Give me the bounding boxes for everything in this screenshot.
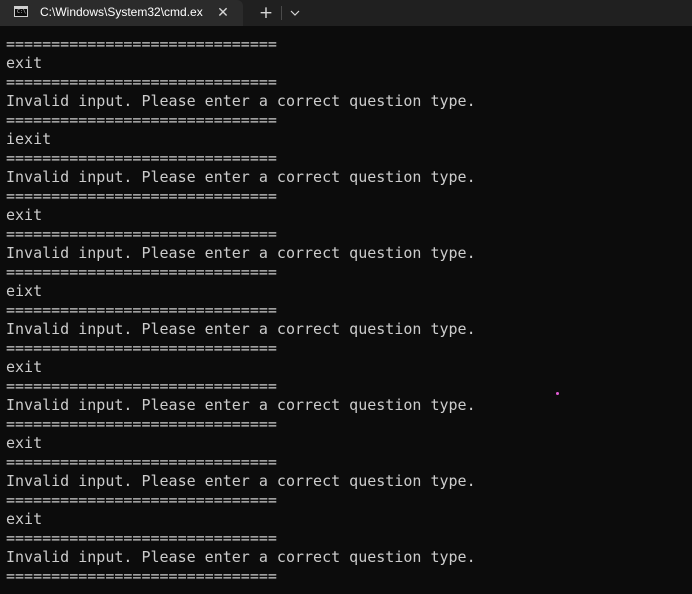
console-line: ============================== xyxy=(6,187,277,205)
console-line: Invalid input. Please enter a correct qu… xyxy=(6,168,476,186)
console-line: ============================== xyxy=(6,491,277,509)
console-line: ============================== xyxy=(6,225,277,243)
console-line: ============================== xyxy=(6,415,277,433)
console-line: ============================== xyxy=(6,149,277,167)
console-line: Invalid input. Please enter a correct qu… xyxy=(6,548,476,566)
console-line: ============================== xyxy=(6,529,277,547)
console-line: ============================== xyxy=(6,35,277,53)
console-line: Invalid input. Please enter a correct qu… xyxy=(6,396,476,414)
mouse-cursor-dot xyxy=(556,392,559,395)
console-line: Invalid input. Please enter a correct qu… xyxy=(6,244,476,262)
console-line: exit xyxy=(6,358,43,376)
console-line: ============================== xyxy=(6,263,277,281)
console-line: ============================== xyxy=(6,567,277,585)
console-output[interactable]: ============================== exit ======… xyxy=(6,35,686,586)
console-line: ============================== xyxy=(6,111,277,129)
console-line: iexit xyxy=(6,130,52,148)
terminal-window: C:\ C:\Windows\System32\cmd.ex ✕ + =====… xyxy=(0,0,692,594)
console-line: Invalid input. Please enter a correct qu… xyxy=(6,320,476,338)
tab-cmd[interactable]: C:\ C:\Windows\System32\cmd.ex ✕ xyxy=(0,0,243,26)
console-line: ============================== xyxy=(6,453,277,471)
console-line: exit xyxy=(6,206,43,224)
console-line: exit xyxy=(6,434,43,452)
console-line: Invalid input. Please enter a correct qu… xyxy=(6,472,476,490)
tab-divider xyxy=(281,6,282,20)
console-line: exit xyxy=(6,54,43,72)
console-line: eixt xyxy=(6,282,43,300)
new-tab-button[interactable]: + xyxy=(254,3,278,23)
cmd-prompt-icon: C:\ xyxy=(14,6,28,17)
close-tab-button[interactable]: ✕ xyxy=(214,4,232,22)
console-line: ============================== xyxy=(6,339,277,357)
console-line: Invalid input. Please enter a correct qu… xyxy=(6,92,476,110)
console-line: ============================== xyxy=(6,301,277,319)
chevron-down-icon xyxy=(290,10,300,16)
tab-strip: C:\ C:\Windows\System32\cmd.ex ✕ + xyxy=(0,0,692,26)
console-line: ============================== xyxy=(6,73,277,91)
tab-title: C:\Windows\System32\cmd.ex xyxy=(40,5,203,19)
console-line: exit xyxy=(6,510,43,528)
console-line: ============================== xyxy=(6,377,277,395)
cmd-prompt-icon-text: C:\ xyxy=(17,9,27,15)
tab-dropdown-button[interactable] xyxy=(284,3,306,23)
